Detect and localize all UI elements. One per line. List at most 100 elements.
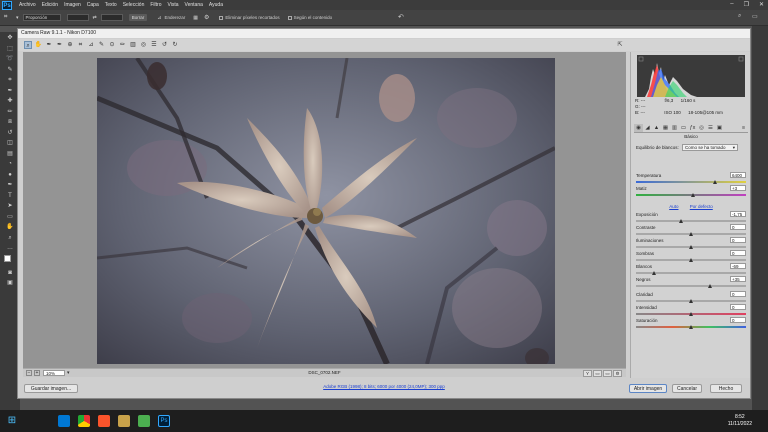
app-icon[interactable] bbox=[138, 415, 150, 427]
open-image-button[interactable]: Abrir imagen bbox=[629, 384, 667, 393]
slider-thumb[interactable] bbox=[679, 218, 684, 223]
zoom-tool-icon[interactable]: ⌕ bbox=[6, 234, 14, 242]
spot-removal-icon[interactable]: ✎ bbox=[98, 41, 106, 49]
close-icon[interactable]: ✕ bbox=[759, 1, 764, 8]
windows-start-icon[interactable]: ⊞ bbox=[6, 415, 18, 427]
before-after-view-button[interactable]: Y bbox=[583, 370, 592, 377]
menu-texto[interactable]: Texto bbox=[102, 2, 120, 8]
targeted-adjust-icon[interactable]: ⊕ bbox=[66, 41, 74, 49]
menu-seleccion[interactable]: Selección bbox=[120, 2, 148, 8]
hand-tool-icon[interactable]: ✋ bbox=[35, 41, 43, 49]
quick-mask-icon[interactable]: ◙ bbox=[6, 269, 14, 277]
slider-thumb[interactable] bbox=[713, 179, 718, 184]
slider-value-field[interactable]: 6400 bbox=[730, 172, 746, 178]
red-eye-icon[interactable]: ⊙ bbox=[108, 41, 116, 49]
graduated-filter-icon[interactable]: ▥ bbox=[129, 41, 137, 49]
eyedropper-tool-icon[interactable]: ✒ bbox=[6, 87, 14, 95]
slider-value-field[interactable]: +3 bbox=[730, 185, 746, 191]
slider-thumb[interactable] bbox=[691, 192, 696, 197]
more-tools-icon[interactable]: … bbox=[6, 244, 14, 252]
slider-1[interactable]: Matiz +3 bbox=[636, 185, 746, 198]
preferences-icon[interactable]: ☰ bbox=[150, 41, 158, 49]
tab-tone-curve[interactable]: ◢ bbox=[643, 124, 652, 132]
chevron-down-icon[interactable]: ▾ bbox=[16, 15, 19, 21]
height-field[interactable] bbox=[100, 14, 123, 21]
type-tool-icon[interactable]: T bbox=[6, 192, 14, 200]
straighten-icon[interactable]: ⊿ bbox=[157, 15, 161, 21]
crop-tool-icon[interactable]: ⌗ bbox=[6, 76, 14, 84]
slider-value-field[interactable]: 0 bbox=[730, 304, 746, 310]
workspace-icon[interactable]: ▭ bbox=[752, 13, 758, 20]
slider-track[interactable] bbox=[636, 285, 746, 287]
hand-tool-icon[interactable]: ✋ bbox=[6, 223, 14, 231]
path-select-icon[interactable]: ➤ bbox=[6, 202, 14, 210]
healing-tool-icon[interactable]: ✚ bbox=[6, 97, 14, 105]
slider-0[interactable]: Temperatura 6400 bbox=[636, 172, 746, 185]
slider-value-field[interactable]: 0 bbox=[730, 237, 746, 243]
white-balance-tool-icon[interactable]: ✒ bbox=[45, 41, 53, 49]
slider-thumb[interactable] bbox=[651, 270, 656, 275]
slider-value-field[interactable]: 0 bbox=[730, 224, 746, 230]
slider-track[interactable] bbox=[636, 181, 746, 183]
tab-basic[interactable]: ◉ bbox=[634, 124, 643, 132]
tab-lens[interactable]: ▭ bbox=[679, 124, 688, 132]
pen-tool-icon[interactable]: ✒ bbox=[6, 181, 14, 189]
slider-thumb[interactable] bbox=[689, 298, 693, 303]
stamp-tool-icon[interactable]: ⧈ bbox=[6, 118, 14, 126]
screen-mode-icon[interactable]: ▣ bbox=[6, 279, 14, 287]
slider-thumb[interactable] bbox=[689, 311, 693, 316]
move-tool-icon[interactable]: ✥ bbox=[6, 34, 14, 42]
slider-thumb[interactable] bbox=[707, 283, 712, 288]
slider-thumb[interactable] bbox=[689, 231, 693, 236]
slider-value-field[interactable]: -69 bbox=[730, 263, 746, 269]
swap-view-button[interactable]: ▭ bbox=[593, 370, 602, 377]
tab-presets[interactable]: ☰ bbox=[706, 124, 715, 132]
clock[interactable]: 8:52 11/11/2022 bbox=[728, 414, 752, 428]
width-field[interactable] bbox=[66, 14, 89, 21]
menu-filtro[interactable]: Filtro bbox=[147, 2, 164, 8]
menu-vista[interactable]: Vista bbox=[165, 2, 182, 8]
white-balance-select[interactable]: Como se ha tomado ▾ bbox=[682, 144, 738, 151]
slider-2[interactable]: Iluminaciones 0 bbox=[636, 237, 746, 250]
clear-button[interactable]: Borrar bbox=[128, 14, 148, 21]
menu-edicion[interactable]: Edición bbox=[39, 2, 61, 8]
eraser-tool-icon[interactable]: ◫ bbox=[6, 139, 14, 147]
slider-4[interactable]: Blancos -69 bbox=[636, 263, 746, 276]
rotate-left-icon[interactable]: ↺ bbox=[161, 41, 169, 49]
cancel-button[interactable]: Cancelar bbox=[672, 384, 702, 393]
dodge-tool-icon[interactable]: ● bbox=[6, 171, 14, 179]
swap-icon[interactable]: ⇄ bbox=[93, 15, 97, 21]
edge-icon[interactable] bbox=[58, 415, 70, 427]
reset-icon[interactable]: ↶ bbox=[398, 13, 404, 21]
done-button[interactable]: Hecho bbox=[710, 384, 742, 393]
gradient-tool-icon[interactable]: ▤ bbox=[6, 150, 14, 158]
panel-menu-icon[interactable]: ≡ bbox=[739, 124, 748, 132]
shape-tool-icon[interactable]: ▭ bbox=[6, 213, 14, 221]
menu-capa[interactable]: Capa bbox=[84, 2, 102, 8]
slider-value-field[interactable]: 0 bbox=[730, 250, 746, 256]
tab-snapshots[interactable]: ▣ bbox=[715, 124, 724, 132]
tab-detail[interactable]: ▲ bbox=[652, 124, 661, 132]
slider-1[interactable]: Intensidad 0 bbox=[636, 304, 746, 317]
radial-filter-icon[interactable]: ◎ bbox=[140, 41, 148, 49]
slider-3[interactable]: Sombras 0 bbox=[636, 250, 746, 263]
straighten-tool-icon[interactable]: ⊿ bbox=[87, 41, 95, 49]
tab-split-toning[interactable]: ▥ bbox=[670, 124, 679, 132]
tab-effects[interactable]: ƒx bbox=[688, 124, 697, 132]
view-settings-button[interactable]: ⚙ bbox=[613, 370, 622, 377]
slider-track[interactable] bbox=[636, 220, 746, 222]
slider-value-field[interactable]: -1,75 bbox=[730, 211, 746, 217]
slider-thumb[interactable] bbox=[689, 324, 693, 329]
chrome-icon[interactable] bbox=[78, 415, 90, 427]
slider-0[interactable]: Claridad 0 bbox=[636, 291, 746, 304]
history-brush-icon[interactable]: ↺ bbox=[6, 129, 14, 137]
crop-tool-icon[interactable]: ⌗ bbox=[77, 41, 85, 49]
rotate-right-icon[interactable]: ↻ bbox=[171, 41, 179, 49]
slider-value-field[interactable]: +35 bbox=[730, 276, 746, 282]
slider-2[interactable]: Saturación 0 bbox=[636, 317, 746, 330]
straighten-label[interactable]: Enderezar bbox=[164, 15, 185, 20]
explorer-icon[interactable] bbox=[118, 415, 130, 427]
color-sampler-icon[interactable]: ✒ bbox=[56, 41, 64, 49]
menu-archivo[interactable]: Archivo bbox=[16, 2, 39, 8]
menu-ayuda[interactable]: Ayuda bbox=[206, 2, 226, 8]
